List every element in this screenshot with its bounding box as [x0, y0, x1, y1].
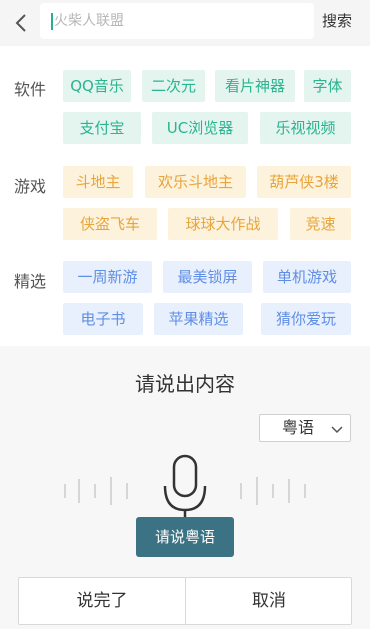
tag-gta[interactable]: 侠盗飞车 [63, 208, 157, 240]
sound-wave-bar [64, 484, 66, 498]
sound-wave-right [238, 476, 318, 506]
sound-wave-bar [288, 479, 290, 503]
tag-fonts[interactable]: 字体 [304, 70, 351, 102]
microphone-icon[interactable] [160, 454, 210, 524]
tag-qq-music[interactable]: QQ音乐 [63, 70, 131, 102]
chevron-down-icon [330, 421, 344, 435]
tag-weekly-games[interactable]: 一周新游 [63, 261, 152, 293]
tag-you-may-like[interactable]: 猜你爱玩 [261, 303, 351, 335]
tag-anime[interactable]: 二次元 [142, 70, 205, 102]
sound-wave-bar [256, 477, 258, 505]
search-box[interactable]: 火柴人联盟 [40, 3, 314, 39]
tag-huluxia[interactable]: 葫芦侠3楼 [257, 166, 351, 198]
sound-wave-bar [126, 483, 128, 499]
cancel-button[interactable]: 取消 [186, 578, 352, 624]
search-button[interactable]: 搜索 [322, 10, 352, 31]
sound-wave-bar [78, 479, 80, 503]
sound-wave-bar [110, 477, 112, 505]
language-dropdown[interactable]: 粤语 [259, 414, 351, 442]
sound-wave-bar [240, 483, 242, 499]
tag-video-tool[interactable]: 看片神器 [215, 70, 295, 102]
sound-wave-bar [94, 484, 96, 498]
voice-input-panel: 请说出内容 粤语 请说粤语 说完了 取消 [0, 346, 370, 629]
tag-alipay[interactable]: 支付宝 [63, 112, 141, 144]
voice-action-bar: 说完了 取消 [18, 577, 352, 625]
tag-racing[interactable]: 竞速 [290, 208, 351, 240]
selected-language: 粤语 [282, 418, 315, 437]
speak-language-label: 请说粤语 [136, 517, 234, 557]
tag-happy-doudizhu[interactable]: 欢乐斗地主 [145, 166, 246, 198]
tag-apple-picks[interactable]: 苹果精选 [154, 303, 243, 335]
category-label-featured: 精选 [14, 272, 47, 291]
category-label-games: 游戏 [14, 177, 47, 196]
text-cursor [51, 13, 53, 30]
tag-doudizhu[interactable]: 斗地主 [63, 166, 133, 198]
voice-prompt-title: 请说出内容 [135, 372, 235, 396]
top-bar: 火柴人联盟 搜索 [0, 0, 370, 46]
tag-lockscreen[interactable]: 最美锁屏 [163, 261, 252, 293]
tag-letv-video[interactable]: 乐视视频 [260, 112, 351, 144]
done-speaking-button[interactable]: 说完了 [19, 578, 185, 624]
sound-wave-bar [272, 484, 274, 498]
search-input[interactable]: 火柴人联盟 [54, 3, 304, 39]
tag-uc-browser[interactable]: UC浏览器 [152, 112, 248, 144]
tag-ebooks[interactable]: 电子书 [63, 303, 143, 335]
back-arrow-icon[interactable] [10, 11, 34, 35]
sound-wave-bar [304, 484, 306, 498]
category-label-software: 软件 [14, 80, 47, 99]
tag-offline-games[interactable]: 单机游戏 [263, 261, 351, 293]
sound-wave-left [62, 476, 142, 506]
tag-ball-battle[interactable]: 球球大作战 [168, 208, 278, 240]
